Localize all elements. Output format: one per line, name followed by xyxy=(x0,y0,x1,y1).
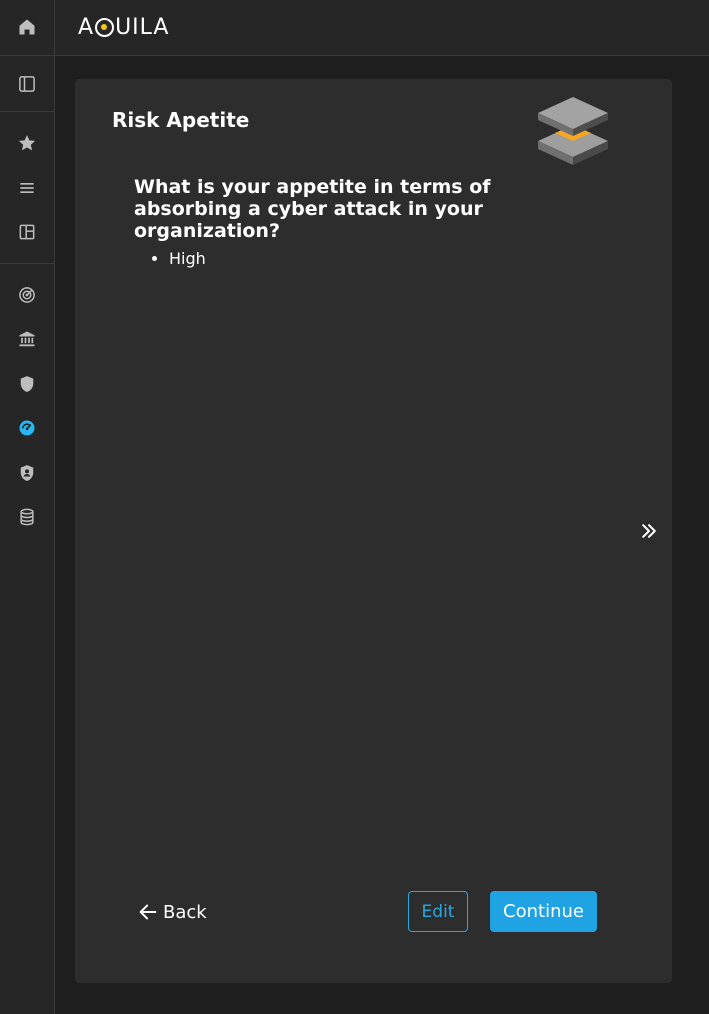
sidebar-item-data[interactable] xyxy=(0,497,54,537)
gauge-icon xyxy=(19,420,35,436)
sidebar-item-radar[interactable] xyxy=(0,275,54,315)
continue-button[interactable]: Continue xyxy=(490,891,597,932)
shield-icon xyxy=(20,376,34,392)
sidebar-item-security[interactable] xyxy=(0,364,54,404)
expand-panel-button[interactable] xyxy=(636,518,662,544)
answer-item: High xyxy=(169,249,206,269)
sidebar-item-home[interactable] xyxy=(0,7,54,47)
card-title: Risk Apetite xyxy=(112,108,250,132)
sidebar-item-dashboard[interactable] xyxy=(0,212,54,252)
back-button[interactable]: Back xyxy=(137,899,207,925)
logo-text-start: A xyxy=(78,14,95,40)
edit-button[interactable]: Edit xyxy=(408,891,468,932)
sidebar-item-institution[interactable] xyxy=(0,319,54,359)
sidebar-divider xyxy=(0,263,54,264)
user-shield-icon xyxy=(20,465,34,481)
sidebar xyxy=(0,0,55,1014)
arrow-left-icon xyxy=(139,904,157,920)
bank-icon xyxy=(19,331,35,347)
top-bar: A UILA xyxy=(55,0,709,56)
sidebar-panel-icon xyxy=(19,76,35,92)
menu-list-icon xyxy=(20,183,34,193)
aquila-logo[interactable]: A UILA xyxy=(78,13,169,41)
layout-panel-icon xyxy=(19,224,35,240)
star-icon xyxy=(18,135,36,151)
logo-eye-icon xyxy=(95,17,115,37)
sidebar-item-risk[interactable] xyxy=(0,408,54,448)
sidebar-divider xyxy=(0,55,54,56)
sidebar-item-user-security[interactable] xyxy=(0,453,54,493)
layers-icon xyxy=(538,97,608,165)
sidebar-item-favorites[interactable] xyxy=(0,123,54,163)
answer-list: High xyxy=(147,249,206,269)
home-icon xyxy=(19,19,35,35)
back-button-label: Back xyxy=(163,901,207,923)
sidebar-item-menu[interactable] xyxy=(0,168,54,208)
sidebar-divider xyxy=(0,111,54,112)
risk-appetite-card: Risk Apetite What is your appetite in te… xyxy=(75,79,672,983)
database-icon xyxy=(20,508,34,526)
double-chevron-right-icon xyxy=(642,524,656,538)
radar-icon xyxy=(19,287,35,303)
question-text: What is your appetite in terms of absorb… xyxy=(134,176,491,242)
logo-text-end: UILA xyxy=(115,14,170,40)
sidebar-item-toggle-panel[interactable] xyxy=(0,64,54,104)
